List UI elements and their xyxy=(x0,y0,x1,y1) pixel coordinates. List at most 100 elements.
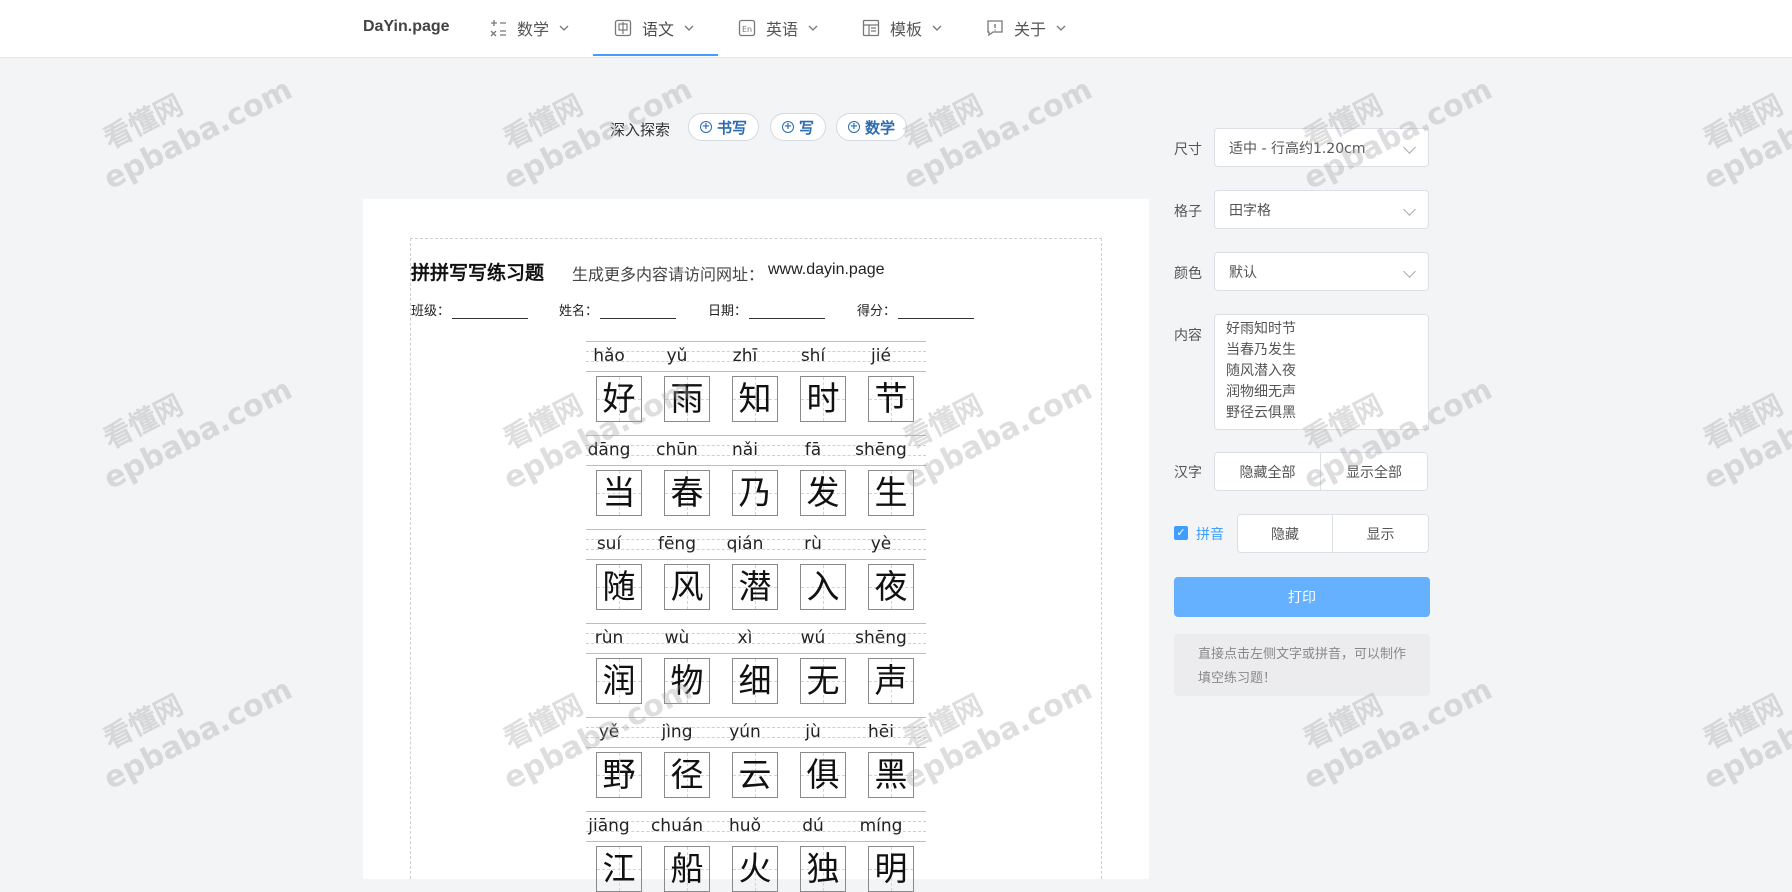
pinyin-text[interactable]: qián xyxy=(715,534,775,554)
pinyin-text[interactable]: yǔ xyxy=(647,346,707,366)
pinyin-text[interactable]: shēng xyxy=(851,628,911,648)
pinyin-text[interactable]: jié xyxy=(851,346,911,366)
watermark-en: epbaba.com xyxy=(898,71,1098,197)
tianzige-cell[interactable]: 明 xyxy=(868,846,914,892)
tianzige-cell[interactable]: 乃 xyxy=(732,470,778,516)
hanzi-char: 独 xyxy=(806,849,840,888)
pinyin-text[interactable]: dú xyxy=(783,816,843,836)
tianzige-cell[interactable]: 独 xyxy=(800,846,846,892)
tianzige-cell[interactable]: 径 xyxy=(664,752,710,798)
tianzige-cell[interactable]: 俱 xyxy=(800,752,846,798)
brand-logo[interactable]: DaYin.page xyxy=(363,18,450,36)
nav-item-template[interactable]: 模板 xyxy=(862,0,942,56)
pinyin-text[interactable]: chuán xyxy=(647,816,707,836)
field-label: 日期： xyxy=(708,304,748,319)
nav-item-label: 英语 xyxy=(766,20,799,39)
pinyin-label[interactable]: 拼音 xyxy=(1196,524,1224,544)
pinyin-text[interactable]: suí xyxy=(579,534,639,554)
watermark-en: epbaba.com xyxy=(98,371,298,497)
tianzige-cell[interactable]: 生 xyxy=(868,470,914,516)
tianzige-cell[interactable]: 好 xyxy=(596,376,642,422)
tianzige-cell[interactable]: 细 xyxy=(732,658,778,704)
pinyin-text[interactable]: chūn xyxy=(647,440,707,460)
tianzige-cell[interactable]: 随 xyxy=(596,564,642,610)
tianzige-cell[interactable]: 无 xyxy=(800,658,846,704)
watermark: 看懂网 epbaba.com xyxy=(80,636,298,797)
tianzige-cell[interactable]: 雨 xyxy=(664,376,710,422)
chevron-down-icon xyxy=(1403,203,1416,216)
tianzige-cell[interactable]: 润 xyxy=(596,658,642,704)
grid-select[interactable]: 田字格 xyxy=(1214,190,1429,229)
nav-item-math[interactable]: 数学 xyxy=(489,0,569,56)
size-value: 适中 - 行高约1.20cm xyxy=(1229,140,1366,157)
watermark: 看懂网 epbaba.com xyxy=(80,36,298,197)
tianzige-cell[interactable]: 物 xyxy=(664,658,710,704)
hanzi-char: 物 xyxy=(670,661,704,700)
pinyin-text[interactable]: yě xyxy=(579,722,639,742)
field-date: 日期： xyxy=(708,300,826,319)
chip-math[interactable]: + 数学 xyxy=(836,113,908,141)
tianzige-cell[interactable]: 船 xyxy=(664,846,710,892)
pinyin-text[interactable]: rùn xyxy=(579,628,639,648)
color-value: 默认 xyxy=(1229,264,1257,281)
tianzige-cell[interactable]: 春 xyxy=(664,470,710,516)
tianzige-cell[interactable]: 当 xyxy=(596,470,642,516)
tianzige-cell[interactable]: 火 xyxy=(732,846,778,892)
color-select[interactable]: 默认 xyxy=(1214,252,1429,291)
tianzige-cell[interactable]: 云 xyxy=(732,752,778,798)
pinyin-text[interactable]: shí xyxy=(783,346,843,366)
pinyin-checkbox[interactable]: ✓ xyxy=(1174,526,1188,540)
pinyin-text[interactable]: jiāng xyxy=(579,816,639,836)
pinyin-text[interactable]: nǎi xyxy=(715,440,775,460)
tianzige-cell[interactable]: 潜 xyxy=(732,564,778,610)
tianzige-cell[interactable]: 黑 xyxy=(868,752,914,798)
pinyin-text[interactable]: hǎo xyxy=(579,346,639,366)
show-all-hanzi-button[interactable]: 显示全部 xyxy=(1321,452,1428,491)
content-textarea[interactable]: 好雨知时节 当春乃发生 随风潜入夜 润物细无声 野径云俱黑 xyxy=(1214,314,1429,430)
show-pinyin-button[interactable]: 显示 xyxy=(1333,514,1429,553)
pinyin-text[interactable]: wù xyxy=(647,628,707,648)
pinyin-text[interactable]: míng xyxy=(851,816,911,836)
tianzige-cell[interactable]: 时 xyxy=(800,376,846,422)
pinyin-text[interactable]: jìng xyxy=(647,722,707,742)
tianzige-cell[interactable]: 江 xyxy=(596,846,642,892)
pinyin-text[interactable]: fēng xyxy=(647,534,707,554)
chip-xie[interactable]: + 写 xyxy=(770,113,827,141)
tianzige-cell[interactable]: 声 xyxy=(868,658,914,704)
pinyin-text[interactable]: wú xyxy=(783,628,843,648)
tianzige-cell[interactable]: 知 xyxy=(732,376,778,422)
tianzige-cell[interactable]: 风 xyxy=(664,564,710,610)
pinyin-button-group: 隐藏 显示 xyxy=(1237,514,1429,553)
chip-label: 写 xyxy=(799,118,815,137)
pinyin-text[interactable]: fā xyxy=(783,440,843,460)
nav-item-english[interactable]: En 英语 xyxy=(738,0,818,56)
tianzige-cell[interactable]: 入 xyxy=(800,564,846,610)
pinyin-text[interactable]: hēi xyxy=(851,722,911,742)
hanzi-label: 汉字 xyxy=(1174,465,1202,481)
pinyin-text[interactable]: yè xyxy=(851,534,911,554)
pinyin-text[interactable]: jù xyxy=(783,722,843,742)
print-button[interactable]: 打印 xyxy=(1174,577,1430,617)
pinyin-text[interactable]: shēng xyxy=(851,440,911,460)
nav-item-about[interactable]: 关于 xyxy=(986,0,1066,56)
size-select[interactable]: 适中 - 行高约1.20cm xyxy=(1214,128,1429,167)
watermark-cn: 看懂网 xyxy=(98,388,189,456)
tianzige-cell[interactable]: 节 xyxy=(868,376,914,422)
hanzi-char: 无 xyxy=(806,661,840,700)
watermark-en: epbaba.com xyxy=(1698,371,1792,497)
tianzige-cell[interactable]: 野 xyxy=(596,752,642,798)
tianzige-cell[interactable]: 发 xyxy=(800,470,846,516)
pinyin-guide-line xyxy=(586,341,926,342)
pinyin-text[interactable]: dāng xyxy=(579,440,639,460)
pinyin-text[interactable]: rù xyxy=(783,534,843,554)
hide-pinyin-button[interactable]: 隐藏 xyxy=(1237,514,1333,553)
tianzige-cell[interactable]: 夜 xyxy=(868,564,914,610)
pinyin-text[interactable]: xì xyxy=(715,628,775,648)
chip-shuxie[interactable]: + 书写 xyxy=(688,113,760,141)
pinyin-text[interactable]: zhī xyxy=(715,346,775,366)
blank-line xyxy=(749,306,826,319)
nav-item-chinese[interactable]: 语文 xyxy=(614,0,694,56)
hide-all-hanzi-button[interactable]: 隐藏全部 xyxy=(1214,452,1321,491)
pinyin-text[interactable]: yún xyxy=(715,722,775,742)
pinyin-text[interactable]: huǒ xyxy=(715,816,775,836)
